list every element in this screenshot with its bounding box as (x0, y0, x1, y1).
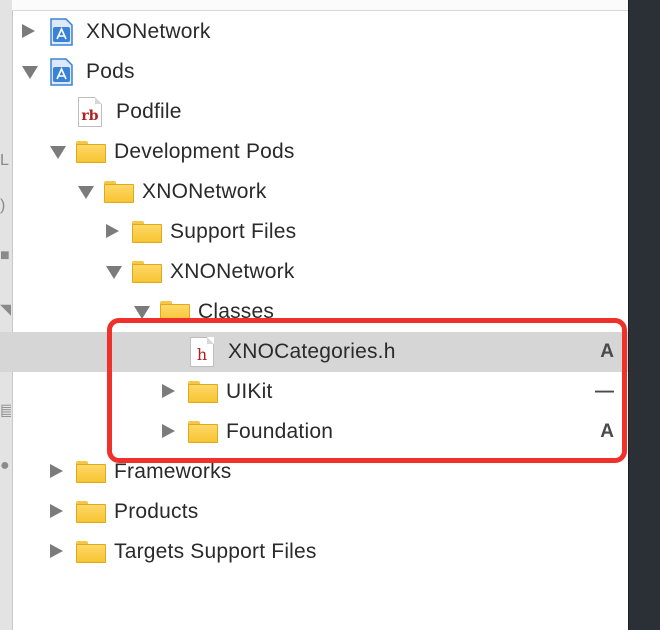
navigator-item-label: XNONetwork (86, 20, 211, 43)
folder-icon (104, 181, 134, 203)
xcode-project-icon (50, 58, 73, 86)
navigator-item-label: Pods (86, 60, 135, 83)
disclosure-collapsed-icon[interactable] (22, 24, 35, 38)
ruby-file-icon: rb (78, 97, 102, 127)
folder-icon (76, 501, 106, 523)
navigator-item-label: Frameworks (114, 460, 232, 483)
navigator-row[interactable]: Development Pods (12, 132, 628, 172)
folder-icon (76, 461, 106, 483)
navigator-item-label: XNONetwork (170, 260, 295, 283)
folder-icon (76, 141, 106, 163)
navigator-row[interactable]: Support Files (12, 212, 628, 252)
highlight-box (107, 318, 627, 463)
clipped-icon: ■ (0, 247, 10, 264)
navigator-item-label: Targets Support Files (114, 540, 317, 563)
navigator-row[interactable]: XNONetwork (12, 252, 628, 292)
folder-icon (76, 541, 106, 563)
clipped-icon: ▤ (0, 402, 11, 419)
disclosure-collapsed-icon[interactable] (50, 464, 63, 478)
disclosure-expanded-icon[interactable] (78, 186, 94, 199)
navigator-row[interactable]: Pods (12, 52, 628, 92)
top-border (12, 0, 628, 11)
clipped-icon: ) (0, 197, 6, 214)
navigator-item-label: Products (114, 500, 199, 523)
xcode-project-icon (50, 18, 73, 46)
disclosure-expanded-icon[interactable] (22, 66, 38, 79)
clipped-icon: L (0, 152, 9, 169)
disclosure-collapsed-icon[interactable] (50, 544, 63, 558)
navigator-item-label: Development Pods (114, 140, 295, 163)
navigator-row[interactable]: rb Podfile (12, 92, 628, 132)
disclosure-expanded-icon[interactable] (50, 146, 66, 159)
navigator-row[interactable]: Targets Support Files (12, 532, 628, 572)
folder-icon (132, 221, 162, 243)
folder-icon (132, 261, 162, 283)
navigator-item-label: Support Files (170, 220, 297, 243)
disclosure-collapsed-icon[interactable] (106, 224, 119, 238)
navigator-item-label: XNONetwork (142, 180, 267, 203)
clipped-icon: ◥ (0, 302, 11, 319)
editor-area (628, 0, 660, 630)
disclosure-collapsed-icon[interactable] (50, 504, 63, 518)
disclosure-expanded-icon[interactable] (106, 266, 122, 279)
navigator-item-label: Podfile (116, 100, 182, 123)
navigator-row[interactable]: XNONetwork (12, 12, 628, 52)
clipped-icon: ● (0, 457, 10, 474)
navigator-row[interactable]: Products (12, 492, 628, 532)
navigator-row[interactable]: XNONetwork (12, 172, 628, 212)
